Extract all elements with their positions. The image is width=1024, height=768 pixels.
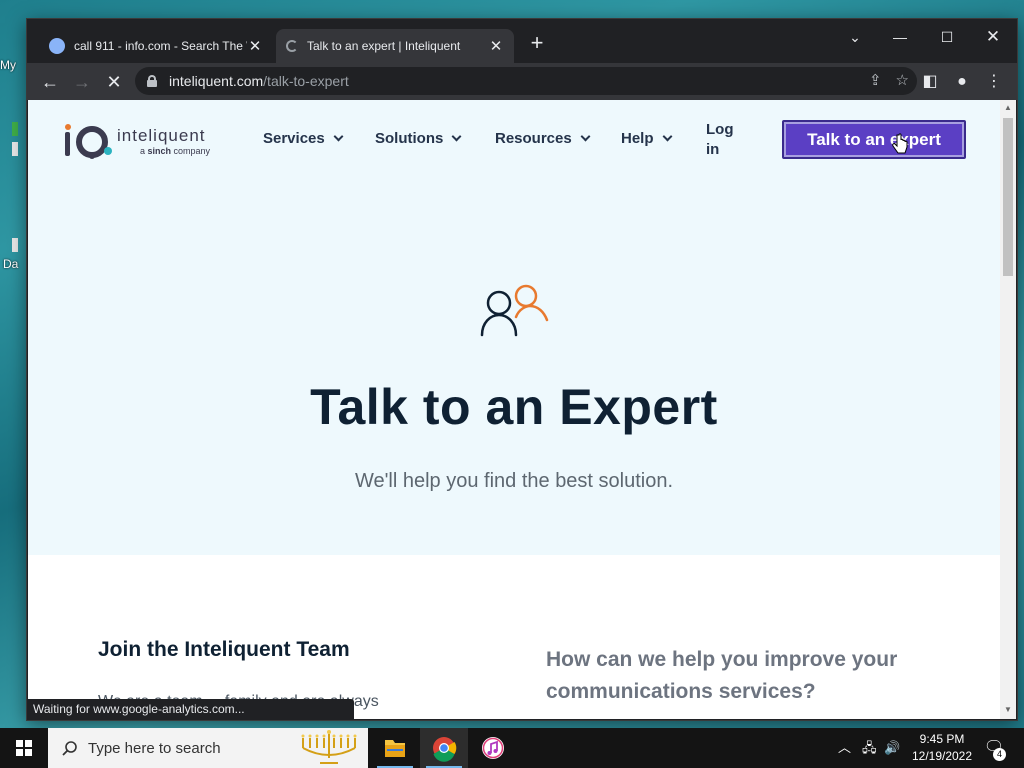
- show-hidden-icons-chevron-icon[interactable]: ︿: [838, 728, 851, 768]
- search-placeholder: Type here to search: [88, 739, 221, 757]
- chrome-taskbar-button[interactable]: [420, 728, 468, 768]
- help-heading: How can we help you improve your communi…: [546, 648, 898, 703]
- close-tab-icon[interactable]: ✕: [247, 37, 263, 55]
- talk-to-expert-button[interactable]: Talk to an expert: [782, 120, 966, 159]
- desktop-icon[interactable]: [12, 142, 18, 156]
- info-favicon-icon: [49, 38, 65, 54]
- logo-tagline: a sinch company: [140, 146, 211, 156]
- login-link[interactable]: Log in: [706, 120, 746, 160]
- page-subtitle: We'll help you find the best solution.: [354, 470, 674, 492]
- page-viewport: inteliquent a sinch company Services Sol…: [28, 100, 1000, 719]
- taskbar: Type here to search ︿ 🖧 🔊 9:45 PM 12/19/…: [0, 728, 1024, 768]
- itunes-taskbar-button[interactable]: [469, 728, 517, 768]
- scroll-down-icon[interactable]: ▼: [1003, 705, 1013, 715]
- side-panel-icon[interactable]: ◧: [917, 69, 943, 95]
- desktop-icon-label[interactable]: My: [0, 58, 24, 72]
- volume-icon[interactable]: 🔊: [884, 728, 900, 768]
- clock-date: 12/19/2022: [911, 749, 973, 763]
- chevron-down-icon: [662, 131, 672, 142]
- clock[interactable]: 9:45 PM 12/19/2022: [906, 731, 978, 765]
- hero-section: inteliquent a sinch company Services Sol…: [28, 100, 1000, 555]
- windows-logo-icon: [16, 740, 32, 756]
- logo-wordmark: inteliquent: [117, 126, 206, 145]
- profile-avatar-icon[interactable]: ●: [949, 69, 975, 95]
- scroll-up-icon[interactable]: ▲: [1003, 103, 1013, 113]
- stop-loading-icon[interactable]: ✕: [101, 69, 127, 95]
- forward-arrow-icon[interactable]: →: [69, 69, 95, 95]
- chrome-icon: [433, 737, 457, 762]
- bookmark-star-icon[interactable]: ☆: [896, 71, 909, 91]
- tab-title: call 911 - info.com - Search The W: [74, 39, 247, 53]
- inteliquent-logo-mark-icon: [65, 124, 112, 159]
- close-window-button[interactable]: ✕: [973, 24, 1013, 50]
- tab-strip: call 911 - info.com - Search The W ✕ Tal…: [27, 19, 1017, 63]
- lock-icon[interactable]: [147, 75, 157, 87]
- inteliquent-logo[interactable]: inteliquent a sinch company: [62, 120, 222, 164]
- page-scrollbar[interactable]: ▲ ▼: [1000, 100, 1016, 719]
- desktop-icon[interactable]: [12, 122, 18, 136]
- nav-resources[interactable]: Resources: [495, 130, 591, 147]
- tab-search-chevron-icon[interactable]: ⌄: [835, 24, 875, 50]
- network-icon[interactable]: 🖧: [862, 728, 877, 768]
- search-icon: [62, 741, 77, 756]
- tab-talk-to-expert[interactable]: Talk to an expert | Inteliquent ✕: [276, 29, 514, 63]
- people-icon: [480, 284, 549, 337]
- back-arrow-icon[interactable]: ←: [37, 69, 63, 95]
- notification-count-badge: 4: [993, 748, 1006, 761]
- desktop-icon-label[interactable]: Da: [3, 257, 27, 271]
- folder-icon: [385, 740, 405, 757]
- start-button[interactable]: [0, 728, 48, 768]
- file-explorer-taskbar-button[interactable]: [371, 728, 419, 768]
- share-icon[interactable]: ⇪: [869, 71, 882, 91]
- chevron-down-icon: [333, 131, 344, 142]
- browser-window: call 911 - info.com - Search The W ✕ Tal…: [27, 19, 1017, 720]
- tab-search[interactable]: call 911 - info.com - Search The W ✕: [39, 29, 273, 63]
- browser-toolbar: ← → ✕ inteliquent.com/talk-to-expert ⇪ ☆…: [27, 63, 1017, 100]
- url-text[interactable]: inteliquent.com/talk-to-expert: [169, 73, 349, 89]
- hand-cursor-icon: [892, 133, 908, 154]
- maximize-button[interactable]: ☐: [927, 24, 967, 50]
- menorah-icon: [301, 730, 357, 764]
- loading-favicon-icon: [286, 40, 298, 52]
- scrollbar-thumb[interactable]: [1003, 118, 1013, 276]
- nav-services[interactable]: Services: [263, 130, 344, 147]
- tab-title: Talk to an expert | Inteliquent: [307, 39, 461, 53]
- new-tab-button[interactable]: +: [527, 32, 547, 55]
- chevron-down-icon: [451, 131, 462, 142]
- address-bar[interactable]: inteliquent.com/talk-to-expert ⇪ ☆: [135, 67, 917, 95]
- page-title: Talk to an Expert: [310, 379, 718, 435]
- status-bar: Waiting for www.google-analytics.com...: [27, 699, 354, 720]
- close-tab-icon[interactable]: ✕: [488, 37, 504, 55]
- minimize-button[interactable]: —: [880, 24, 920, 50]
- desktop-icon[interactable]: [12, 238, 18, 252]
- chevron-down-icon: [580, 131, 591, 142]
- clock-time: 9:45 PM: [919, 732, 965, 746]
- nav-help[interactable]: Help: [621, 130, 672, 147]
- join-team-heading: Join the Inteliquent Team: [98, 638, 350, 661]
- browser-menu-icon[interactable]: ⋮: [981, 69, 1007, 95]
- music-note-icon: [482, 737, 504, 759]
- nav-solutions[interactable]: Solutions: [375, 130, 462, 147]
